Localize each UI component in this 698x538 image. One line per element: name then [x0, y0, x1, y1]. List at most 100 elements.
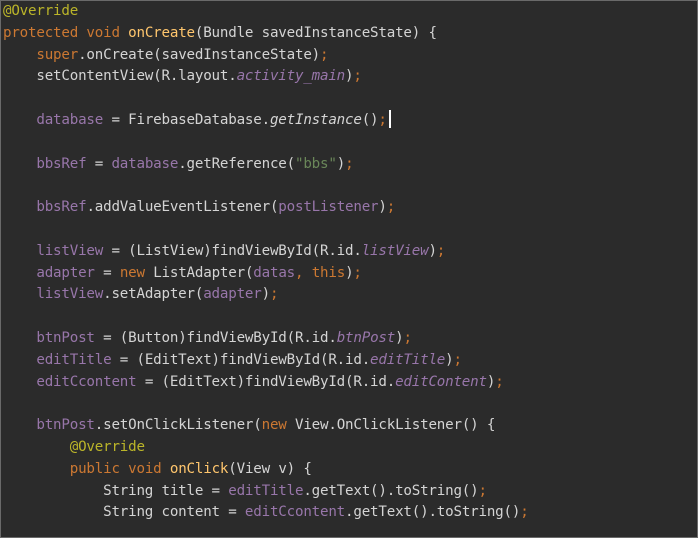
- code-token: = (ListView)findViewById(R.id.: [103, 242, 362, 259]
- code-token: ListAdapter(: [153, 264, 254, 281]
- code-token: new: [119, 264, 154, 281]
- code-line[interactable]: listView.setAdapter(adapter);: [3, 283, 278, 305]
- code-token: View.OnClickListener() {: [295, 417, 496, 434]
- code-line[interactable]: String title = editTitle.getText().toStr…: [3, 480, 487, 502]
- code-line[interactable]: editTitle = (EditText)findViewById(R.id.…: [3, 349, 462, 371]
- code-token: activity_main: [236, 68, 346, 85]
- code-token: ;: [495, 373, 504, 390]
- code-token: =: [94, 264, 120, 281]
- code-token: bbsRef: [36, 199, 87, 216]
- code-token: = (Button)findViewById(R.id.: [94, 330, 337, 346]
- code-token: setContentView(R.layout.: [3, 68, 237, 85]
- code-token: editContent: [395, 373, 487, 390]
- code-token: btnPost: [336, 330, 396, 346]
- code-token: protected: [3, 24, 87, 41]
- code-token: ;: [520, 504, 529, 521]
- code-token: ): [336, 155, 346, 172]
- code-token: .addValueEventListener(: [86, 199, 279, 216]
- code-token: ): [428, 242, 437, 259]
- code-token: .getReference(: [178, 155, 295, 172]
- code-line[interactable]: public void onClick(View v) {: [3, 458, 312, 480]
- code-line[interactable]: btnPost.setOnClickListener(new View.OnCl…: [3, 414, 495, 436]
- code-line[interactable]: @Override: [3, 1, 79, 22]
- code-token: (): [361, 112, 379, 128]
- code-token: ;: [378, 112, 387, 128]
- code-token: editTitle: [228, 482, 304, 499]
- code-token: super: [36, 46, 79, 63]
- code-token: listView: [36, 286, 104, 303]
- code-line[interactable]: setContentView(R.layout.activity_main);: [3, 65, 362, 87]
- code-token: ;: [453, 351, 462, 368]
- code-token: ;: [436, 242, 446, 259]
- code-token: .getText().toString(): [303, 482, 479, 499]
- code-editor[interactable]: @Override protected void onCreate(Bundle …: [0, 0, 698, 538]
- code-token: .onCreate(savedInstanceState): [78, 46, 321, 63]
- code-token: editTitle: [36, 351, 112, 368]
- code-line[interactable]: super.onCreate(savedInstanceState);: [3, 44, 328, 66]
- code-token: adapter: [36, 264, 95, 281]
- code-line[interactable]: bbsRef = database.getReference("bbs");: [3, 153, 353, 175]
- code-token: onCreate: [128, 24, 195, 41]
- code-token: = (EditText)findViewById(R.id.: [136, 373, 396, 390]
- code-token: ;: [345, 155, 354, 172]
- code-line[interactable]: bbsRef.addValueEventListener(postListene…: [3, 196, 395, 218]
- code-token: @Override: [69, 439, 145, 455]
- text-cursor: [389, 110, 391, 128]
- code-token: editCcontent: [244, 504, 346, 521]
- code-token: ;: [353, 68, 362, 85]
- code-token: btnPost: [36, 417, 95, 434]
- code-line[interactable]: database = FirebaseDatabase.getInstance(…: [3, 109, 387, 131]
- code-token: .setOnClickListener(: [94, 417, 262, 434]
- code-token: void: [86, 24, 129, 41]
- code-token: String content =: [3, 504, 245, 521]
- code-token: listView: [36, 242, 104, 259]
- code-token: =: [86, 155, 112, 172]
- code-token: editTitle: [370, 351, 446, 368]
- code-line[interactable]: adapter = new ListAdapter(datas, this);: [3, 262, 362, 284]
- code-token: String title =: [3, 482, 229, 499]
- code-token: new: [261, 417, 295, 434]
- code-token: listView: [361, 242, 429, 259]
- code-token: datas: [253, 264, 296, 281]
- code-token: ): [378, 199, 387, 216]
- code-token: = FirebaseDatabase.: [103, 112, 270, 128]
- code-token: ): [261, 286, 271, 303]
- code-token: getInstance: [269, 112, 362, 128]
- code-line[interactable]: editCcontent = (EditText)findViewById(R.…: [3, 371, 504, 393]
- code-token: (View v) {: [228, 460, 312, 477]
- code-line[interactable]: listView = (ListView)findViewById(R.id.l…: [3, 240, 445, 262]
- code-line[interactable]: protected void onCreate(Bundle savedInst…: [3, 22, 437, 44]
- code-token: ;: [353, 264, 362, 281]
- code-token: .getText().toString(): [345, 504, 521, 521]
- code-line[interactable]: @Override: [3, 436, 145, 458]
- code-token: ;: [386, 199, 396, 216]
- code-token: database: [36, 112, 104, 128]
- code-token: = (EditText)findViewById(R.id.: [111, 351, 371, 368]
- code-token: public: [69, 460, 129, 477]
- code-line[interactable]: btnPost = (Button)findViewById(R.id.btnP…: [3, 327, 412, 349]
- code-token: @Override: [3, 3, 79, 19]
- code-token: ;: [403, 330, 412, 346]
- code-token: void: [128, 460, 170, 477]
- code-token: (Bundle savedInstanceState) {: [194, 24, 437, 41]
- code-token: database: [111, 155, 179, 172]
- code-token: ;: [320, 46, 329, 63]
- code-token: btnPost: [36, 330, 95, 346]
- code-token: ;: [269, 286, 279, 303]
- code-line[interactable]: String content = editCcontent.getText().…: [3, 501, 529, 523]
- code-token: editCcontent: [36, 373, 137, 390]
- code-token: ,: [295, 264, 312, 281]
- code-token: bbsRef: [36, 155, 87, 172]
- code-token: ;: [478, 482, 488, 499]
